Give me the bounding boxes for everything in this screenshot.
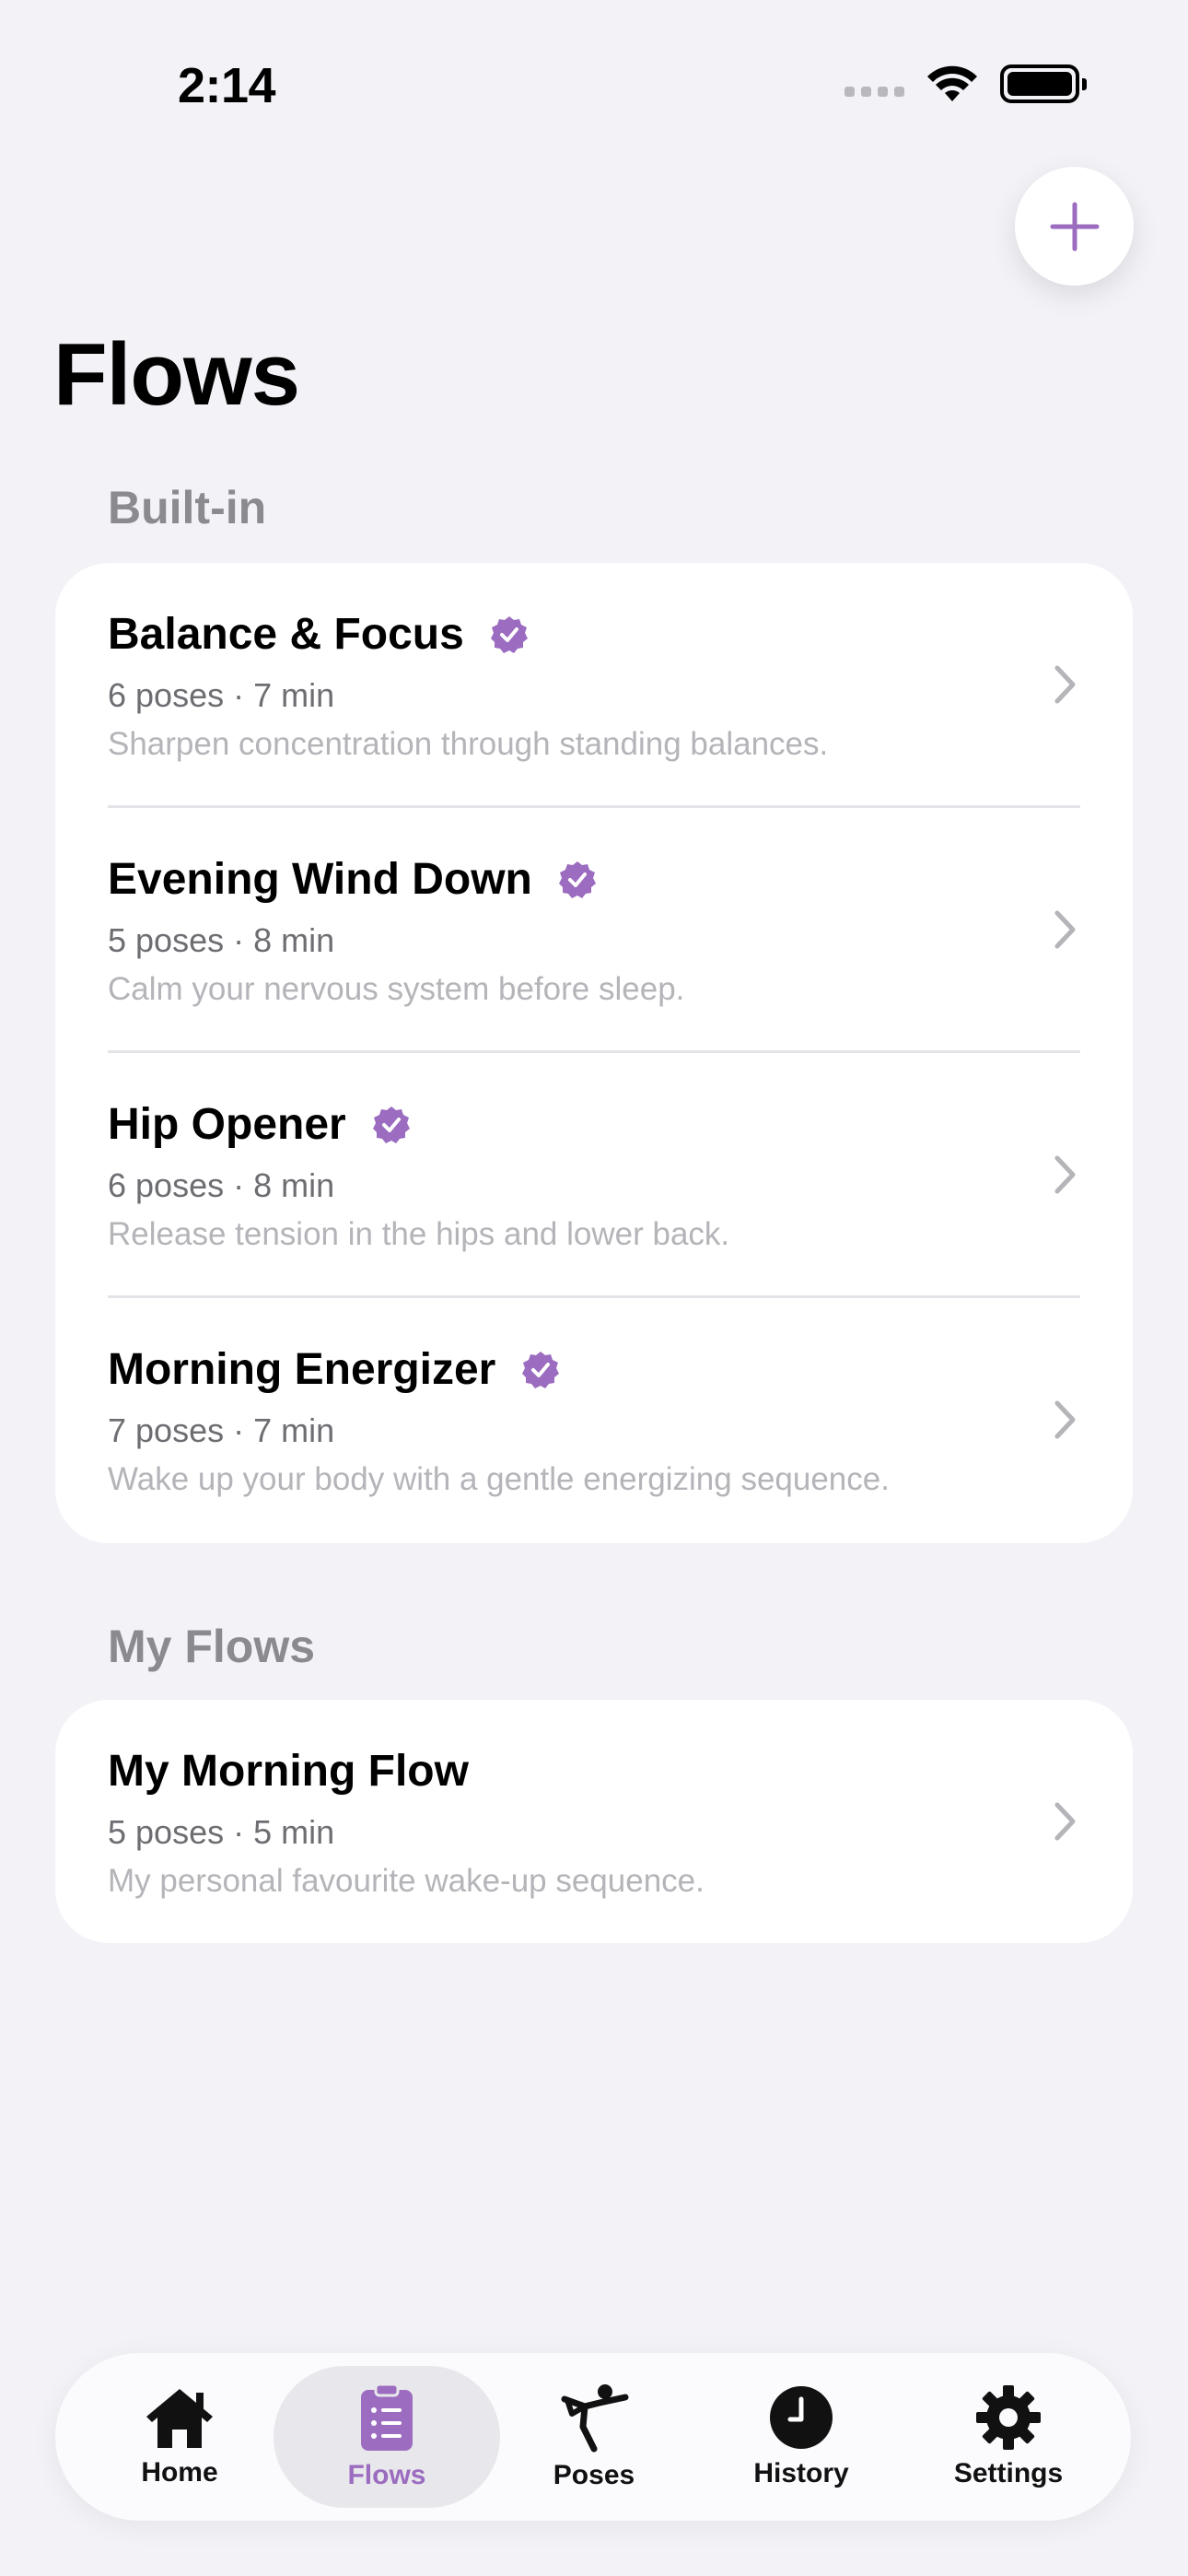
tab-poses[interactable]: Poses [481,2366,707,2508]
flow-meta: 5 poses · 5 min [108,1813,335,1851]
flow-row[interactable]: Hip Opener 6 poses · 8 min Release tensi… [55,1053,1133,1298]
chevron-right-icon [1054,1802,1076,1841]
house-icon [146,2389,213,2448]
battery-icon [1000,64,1087,103]
status-icons [844,64,1087,103]
flow-meta: 7 poses · 7 min [108,1411,335,1449]
yoga-pose-icon [561,2384,629,2453]
flow-description: My personal favourite wake-up sequence. [108,1863,705,1899]
add-flow-button[interactable] [1015,167,1134,286]
section-label-my-flows: My Flows [108,1621,316,1672]
flow-meta: 5 poses · 8 min [108,921,335,959]
my-flows-card: My Morning Flow 5 poses · 5 min My perso… [55,1700,1133,1943]
wifi-icon [927,65,977,101]
flow-description: Sharpen concentration through standing b… [108,726,829,762]
flow-description: Release tension in the hips and lower ba… [108,1216,730,1252]
cellular-signal-icon [844,71,904,97]
verified-badge-icon [558,861,596,898]
flow-meta: 6 poses · 8 min [108,1166,335,1204]
flow-title: Balance & Focus [108,610,464,659]
tab-label: History [753,2458,849,2488]
status-time: 2:14 [178,58,276,113]
chevron-right-icon [1054,1400,1076,1439]
tab-history[interactable]: History [688,2366,914,2508]
verified-badge-icon [490,615,528,653]
flow-title: Morning Energizer [108,1345,496,1394]
tab-label: Flows [347,2460,426,2490]
tab-bar: Home Flows Poses History Settings [55,2353,1131,2521]
tab-flows[interactable]: Flows [274,2366,500,2508]
verified-badge-icon [522,1351,560,1388]
tab-label: Settings [953,2458,1064,2488]
flow-row[interactable]: Evening Wind Down 5 poses · 8 min Calm y… [55,808,1133,1053]
flow-title: Evening Wind Down [108,855,532,904]
verified-badge-icon [372,1106,410,1143]
chevron-right-icon [1054,665,1076,704]
flow-row[interactable]: My Morning Flow 5 poses · 5 min My perso… [55,1700,1133,1943]
flow-description: Calm your nervous system before sleep. [108,971,685,1007]
flow-description: Wake up your body with a gentle energizi… [108,1461,890,1497]
tab-label: Poses [553,2460,635,2490]
chevron-right-icon [1054,1155,1076,1194]
flow-title: Hip Opener [108,1100,346,1149]
plus-icon [1050,202,1099,251]
flows-screen: 2:14 Flows Built-in Balance & Focus 6 po… [0,0,1188,2576]
chevron-right-icon [1054,910,1076,949]
flow-row[interactable]: Balance & Focus 6 poses · 7 min Sharpen … [55,563,1133,808]
gear-icon [976,2385,1041,2450]
page-title: Flows [53,325,300,424]
flow-meta: 6 poses · 7 min [108,676,335,714]
tab-settings[interactable]: Settings [895,2366,1122,2508]
tab-label: Home [141,2457,218,2488]
flow-title: My Morning Flow [108,1747,469,1796]
clipboard-list-icon [361,2383,413,2451]
flow-row[interactable]: Morning Energizer 7 poses · 7 min Wake u… [55,1298,1133,1543]
built-in-flows-card: Balance & Focus 6 poses · 7 min Sharpen … [55,563,1133,1543]
tab-home[interactable]: Home [66,2366,293,2508]
clock-icon [770,2386,833,2449]
section-label-built-in: Built-in [108,482,267,533]
